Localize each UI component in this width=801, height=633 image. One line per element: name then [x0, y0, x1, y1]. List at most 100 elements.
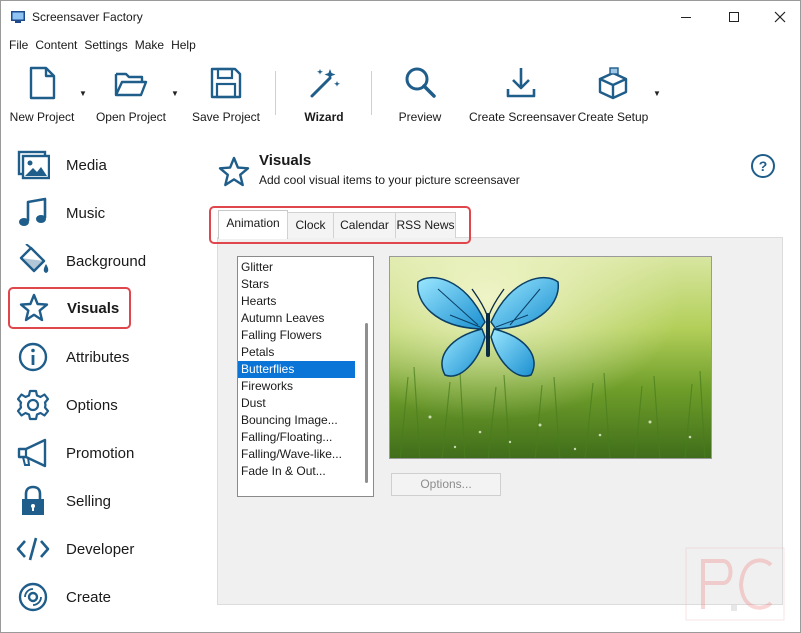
create-setup-dropdown-icon[interactable]: ▼ — [653, 89, 661, 98]
close-icon — [774, 11, 786, 23]
wizard-button[interactable]: Wizard — [291, 61, 357, 131]
magnifier-icon — [405, 67, 436, 98]
list-item-selected[interactable]: Butterflies — [238, 361, 355, 378]
list-item[interactable]: Fireworks — [238, 378, 373, 395]
sidebar-item-selling[interactable]: Selling — [9, 481, 199, 521]
open-project-label: Open Project — [95, 110, 167, 124]
disc-icon — [15, 579, 51, 615]
app-icon — [11, 11, 25, 23]
list-item[interactable]: Autumn Leaves — [238, 310, 373, 327]
sidebar-item-developer[interactable]: Developer — [9, 529, 199, 569]
watermark-logo — [685, 547, 785, 621]
sidebar-item-promotion[interactable]: Promotion — [9, 433, 199, 473]
app-window: Screensaver Factory File Content Setting… — [0, 0, 801, 633]
maximize-icon — [729, 12, 739, 22]
gear-icon — [15, 387, 51, 423]
save-project-button[interactable]: Save Project — [187, 61, 265, 131]
sidebar-item-label: Create — [66, 588, 112, 606]
new-project-dropdown-icon[interactable]: ▼ — [79, 89, 87, 98]
megaphone-icon — [15, 435, 51, 471]
create-setup-label: Create Setup — [577, 110, 649, 124]
tab-animation[interactable]: Animation — [218, 210, 288, 239]
save-icon — [210, 67, 242, 99]
preview-button[interactable]: Preview — [389, 61, 451, 131]
title-bar: Screensaver Factory — [1, 1, 800, 33]
list-item[interactable]: Falling/Floating... — [238, 429, 373, 446]
list-scrollbar[interactable] — [365, 323, 368, 483]
list-item[interactable]: Bouncing Image... — [238, 412, 373, 429]
list-item[interactable]: Fade In & Out... — [238, 463, 373, 480]
tab-calendar[interactable]: Calendar — [333, 212, 396, 238]
star-icon — [16, 290, 52, 326]
create-screensaver-label: Create Screensaver — [469, 110, 576, 124]
info-icon — [15, 339, 51, 375]
window-title: Screensaver Factory — [32, 10, 143, 24]
sidebar-item-label: Developer — [66, 540, 135, 558]
create-setup-button[interactable]: Create Setup — [577, 61, 649, 131]
maximize-button[interactable] — [711, 1, 757, 33]
sidebar-item-label: Selling — [66, 492, 112, 510]
new-document-icon — [29, 66, 56, 100]
list-item[interactable]: Glitter — [238, 259, 373, 276]
list-item[interactable]: Dust — [238, 395, 373, 412]
sidebar-item-label: Promotion — [66, 444, 135, 462]
list-item[interactable]: Petals — [238, 344, 373, 361]
download-icon — [506, 68, 536, 98]
tab-clock[interactable]: Clock — [287, 212, 334, 238]
magic-wand-icon — [310, 69, 340, 98]
page-subtitle: Add cool visual items to your picture sc… — [259, 173, 520, 187]
sidebar-item-label: Visuals — [67, 299, 120, 317]
minimize-button[interactable] — [663, 1, 709, 33]
new-project-label: New Project — [9, 110, 75, 124]
star-icon — [218, 156, 250, 187]
menu-file[interactable]: File — [1, 35, 31, 55]
animation-preview-image — [389, 256, 712, 459]
wizard-label: Wizard — [304, 110, 344, 124]
sidebar-item-label: Attributes — [66, 348, 130, 366]
sidebar-item-attributes[interactable]: Attributes — [9, 337, 199, 377]
page-title: Visuals — [259, 152, 312, 169]
new-project-button[interactable]: New Project — [5, 61, 79, 131]
animation-list[interactable]: Glitter Stars Hearts Autumn Leaves Falli… — [237, 256, 374, 497]
menu-help[interactable]: Help — [167, 35, 199, 55]
save-project-label: Save Project — [191, 110, 261, 124]
music-icon — [15, 195, 51, 231]
open-project-button[interactable]: Open Project — [91, 61, 171, 131]
sidebar-item-music[interactable]: Music — [9, 193, 199, 233]
code-icon — [15, 531, 51, 567]
help-icon: ? — [751, 154, 775, 178]
media-icon — [15, 147, 51, 183]
lock-icon — [15, 483, 51, 519]
sidebar-item-media[interactable]: Media — [9, 145, 199, 185]
sidebar-item-label: Music — [66, 204, 106, 222]
options-button[interactable]: Options... — [391, 473, 501, 496]
toolbar-separator — [371, 71, 372, 115]
help-glyph: ? — [759, 158, 768, 174]
list-item[interactable]: Falling/Wave-like... — [238, 446, 373, 463]
sidebar: Media Music Background Visuals Attribute… — [1, 141, 209, 631]
open-project-dropdown-icon[interactable]: ▼ — [171, 89, 179, 98]
help-button[interactable]: ? — [750, 153, 776, 179]
menu-content[interactable]: Content — [31, 35, 80, 55]
toolbar-separator — [275, 71, 276, 115]
create-screensaver-button[interactable]: Create Screensaver — [469, 61, 576, 131]
menu-bar: File Content Settings Make Help — [1, 35, 199, 55]
minimize-icon — [681, 17, 691, 18]
menu-settings[interactable]: Settings — [80, 35, 130, 55]
preview-label: Preview — [398, 110, 442, 124]
sidebar-item-label: Options — [66, 396, 118, 414]
sidebar-item-visuals[interactable]: Visuals — [8, 287, 131, 329]
sidebar-item-label: Background — [66, 252, 147, 270]
folder-open-icon — [114, 72, 148, 97]
sidebar-item-label: Media — [66, 156, 107, 174]
list-item[interactable]: Hearts — [238, 293, 373, 310]
close-button[interactable] — [757, 1, 801, 33]
sidebar-item-background[interactable]: Background — [9, 241, 199, 281]
menu-make[interactable]: Make — [131, 35, 167, 55]
tab-rss-news[interactable]: RSS News — [395, 212, 456, 238]
toolbar: New Project ▼ Open Project ▼ Save Projec… — [1, 61, 800, 133]
list-item[interactable]: Stars — [238, 276, 373, 293]
list-item[interactable]: Falling Flowers — [238, 327, 373, 344]
sidebar-item-create[interactable]: Create — [9, 577, 199, 617]
sidebar-item-options[interactable]: Options — [9, 385, 199, 425]
